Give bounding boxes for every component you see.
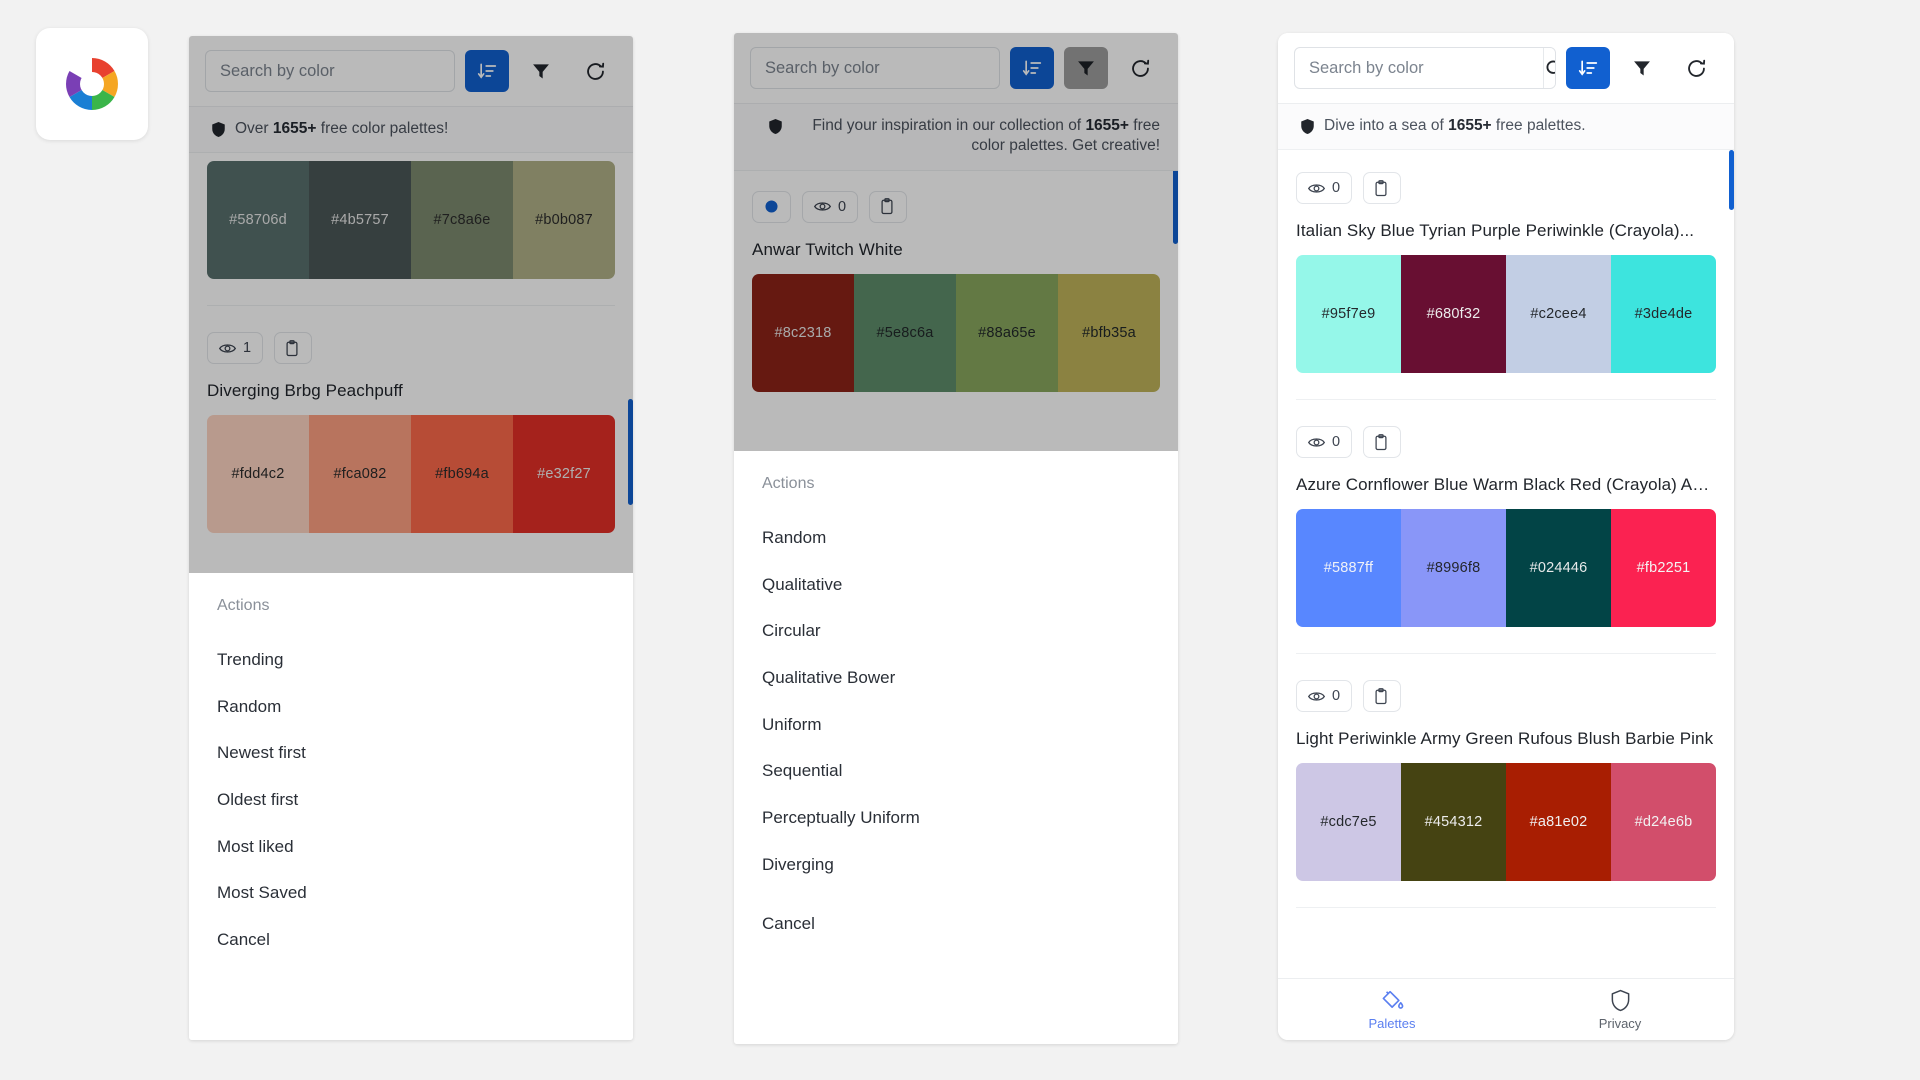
tab-label: Palettes [1368,1015,1416,1031]
swatch-strip: #5887ff #8996f8 #024446 #fb2251 [1296,509,1716,628]
action-item-cancel[interactable]: Cancel [189,917,633,964]
toolbar-3 [1278,33,1734,104]
action-item-uniform[interactable]: Uniform [734,702,1178,749]
search-container-3[interactable] [1294,47,1556,89]
swatch[interactable]: #3de4de [1611,255,1716,374]
swatch[interactable]: #024446 [1506,509,1611,628]
swatch[interactable]: #cdc7e5 [1296,763,1401,882]
banner-suffix-3: free palettes. [1491,117,1586,134]
promo-banner-text-3: Dive into a sea of 1655+ free palettes. [1324,116,1586,136]
views-chip[interactable]: 0 [1296,680,1353,713]
tab-palettes[interactable]: Palettes [1278,979,1506,1040]
palette-name: Azure Cornflower Blue Warm Black Red (Cr… [1296,475,1716,495]
phone-panel-2: Find your inspiration in our collection … [734,33,1178,1044]
search-input[interactable] [1295,48,1543,88]
views-chip[interactable]: 0 [1296,426,1353,459]
filter-button[interactable] [1620,47,1664,89]
banner-prefix-3: Dive into a sea of [1324,117,1449,134]
views-count: 0 [1332,688,1341,705]
swatch[interactable]: #c2cee4 [1506,255,1611,374]
promo-banner-3: Dive into a sea of 1655+ free palettes. [1278,104,1734,151]
swatch[interactable]: #fb2251 [1611,509,1716,628]
palette-name: Light Periwinkle Army Green Rufous Blush… [1296,729,1714,749]
views-count: 0 [1332,434,1341,451]
palette-name: Italian Sky Blue Tyrian Purple Periwinkl… [1296,221,1695,241]
clipboard-icon [1375,180,1387,197]
scrim-overlay-2[interactable] [734,33,1178,451]
palette-actions: 0 [1296,426,1716,459]
sort-button[interactable] [1566,47,1610,89]
action-item-newest-first[interactable]: Newest first [189,730,633,777]
clipboard-icon [1375,688,1387,705]
eye-icon [1308,692,1325,701]
refresh-icon [1687,59,1705,77]
palette-actions: 0 [1296,172,1716,205]
action-item-perceptually-uniform[interactable]: Perceptually Uniform [734,795,1178,842]
swatch-strip: #cdc7e5 #454312 #a81e02 #d24e6b [1296,763,1716,882]
copy-chip[interactable] [1363,172,1402,205]
divider [1296,907,1716,909]
action-sheet-title: Actions [217,597,270,614]
copy-chip[interactable] [1363,426,1402,459]
palette-list-3[interactable]: 0 Italian Sky Blue Tyrian Purple Periwin… [1278,150,1734,1021]
filter-icon [1634,61,1650,76]
palette-card[interactable]: 0 Azure Cornflower Blue Warm Black Red (… [1296,400,1716,628]
action-item-oldest-first[interactable]: Oldest first [189,777,633,824]
swatch[interactable]: #a81e02 [1506,763,1611,882]
swatch[interactable]: #d24e6b [1611,763,1716,882]
phone-panel-3: Dive into a sea of 1655+ free palettes. … [1278,33,1734,1040]
scrim-overlay-1[interactable] [189,36,633,573]
action-item-circular[interactable]: Circular [734,608,1178,655]
swatch[interactable]: #454312 [1401,763,1506,882]
bottom-tab-bar: Palettes Privacy [1278,978,1734,1040]
copy-chip[interactable] [1363,680,1402,713]
views-count: 0 [1332,180,1341,197]
search-button[interactable] [1543,48,1555,88]
paint-bucket-icon [1382,990,1403,1009]
refresh-button[interactable] [1674,47,1718,89]
phone-panel-1: Over 1655+ free color palettes! #58706d … [189,36,633,1040]
action-sheet-title: Actions [762,475,815,492]
swatch[interactable]: #680f32 [1401,255,1506,374]
views-chip[interactable]: 0 [1296,172,1353,205]
action-item-sequential[interactable]: Sequential [734,748,1178,795]
action-item-clipped[interactable] [734,889,1178,901]
action-item-most-saved[interactable]: Most Saved [189,870,633,917]
tab-privacy[interactable]: Privacy [1506,979,1734,1040]
action-sheet-2: Actions Random Qualitative Circular Qual… [734,451,1178,1044]
action-item-random[interactable]: Random [734,515,1178,562]
palette-actions: 0 [1296,680,1716,713]
sort-descending-icon [1578,60,1598,76]
swatch-strip: #95f7e9 #680f32 #c2cee4 #3de4de [1296,255,1716,374]
eye-icon [1308,184,1325,193]
action-sheet-1: Actions Trending Random Newest first Old… [189,573,633,1040]
action-item-cancel[interactable]: Cancel [734,901,1178,948]
search-icon [1546,59,1555,74]
color-wheel-logo-icon [66,58,118,110]
action-item-qualitative-bower[interactable]: Qualitative Bower [734,655,1178,702]
scrollbar-thumb[interactable] [1729,150,1734,211]
swatch[interactable]: #5887ff [1296,509,1401,628]
action-item-diverging[interactable]: Diverging [734,842,1178,889]
palette-card[interactable]: 0 Light Periwinkle Army Green Rufous Blu… [1296,654,1716,882]
clipboard-icon [1375,434,1387,451]
action-item-random[interactable]: Random [189,684,633,731]
palette-card[interactable]: 0 Italian Sky Blue Tyrian Purple Periwin… [1296,172,1716,374]
action-item-trending[interactable]: Trending [189,637,633,684]
action-item-qualitative[interactable]: Qualitative [734,562,1178,609]
shield-icon [1611,989,1629,1011]
screen: Over 1655+ free color palettes! #58706d … [0,0,1920,1080]
app-logo-tile [36,28,148,140]
swatch[interactable]: #95f7e9 [1296,255,1401,374]
action-item-most-liked[interactable]: Most liked [189,824,633,871]
banner-count-3: 1655+ [1448,117,1492,134]
tab-label: Privacy [1598,1015,1642,1031]
shield-icon [1301,119,1314,134]
eye-icon [1308,438,1325,447]
swatch[interactable]: #8996f8 [1401,509,1506,628]
